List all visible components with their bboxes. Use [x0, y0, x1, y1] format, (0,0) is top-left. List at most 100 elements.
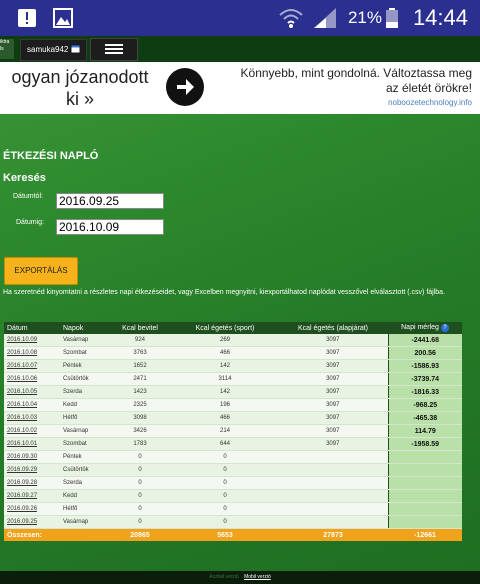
- hamburger-icon[interactable]: [90, 38, 138, 61]
- row-day: Péntek: [60, 359, 108, 373]
- table-row: 2016.10.09 Vasárnap 924 269 3097 -2441.68: [4, 334, 462, 347]
- row-base: 3097: [278, 385, 388, 399]
- row-day: Szombat: [60, 346, 108, 360]
- row-day: Hétfő: [60, 411, 108, 425]
- mobile-version-link[interactable]: Mobil verzió: [244, 574, 271, 580]
- row-date-link[interactable]: 2016.10.06: [7, 376, 37, 382]
- table-header-row: Dátum Napok Kcal bevitel Kcal égetés (sp…: [4, 322, 462, 334]
- row-balance: 200.56: [387, 346, 462, 360]
- row-date-link[interactable]: 2016.10.02: [7, 428, 37, 434]
- row-intake: 2325: [108, 398, 172, 412]
- row-balance: -968.25: [387, 398, 462, 412]
- header-intake: Kcal bevitel: [108, 322, 172, 334]
- row-day: Vasárnap: [60, 515, 108, 529]
- totals-row: Összesen: 20865 5653 27873 -12661: [4, 528, 462, 541]
- to-date-label: Dátumig:: [16, 219, 45, 226]
- row-date-link[interactable]: 2016.10.07: [7, 363, 37, 369]
- row-sport: 0: [172, 450, 278, 464]
- row-base: 3097: [278, 372, 388, 386]
- ad-right-text: Könnyebb, mint gondolná. Változtassa meg…: [212, 66, 472, 96]
- row-sport: 0: [172, 502, 278, 516]
- from-date-input[interactable]: [56, 193, 164, 209]
- row-date-cell: 2016.10.01: [4, 437, 60, 451]
- row-day: Szerda: [60, 476, 108, 490]
- row-balance: [387, 489, 462, 503]
- table-row: 2016.10.01 Szombat 1783 644 3097 -1958.59: [4, 437, 462, 451]
- row-intake: 2471: [108, 372, 172, 386]
- row-base: 3097: [278, 334, 388, 347]
- export-info-text: Ha szeretnéd kinyomtatni a részletes nap…: [3, 289, 446, 296]
- row-date-link[interactable]: 2016.09.26: [7, 506, 37, 512]
- row-sport: 214: [172, 424, 278, 438]
- row-date-link[interactable]: 2016.10.03: [7, 415, 37, 421]
- row-date-link[interactable]: 2016.09.30: [7, 454, 37, 460]
- ad-left-line2: ki »: [65, 89, 94, 109]
- user-menu[interactable]: samuka942: [20, 39, 87, 61]
- row-sport: 466: [172, 346, 278, 360]
- row-date-cell: 2016.10.09: [4, 334, 60, 347]
- row-sport: 0: [172, 515, 278, 529]
- page-title: ÉTKEZÉSI NAPLÓ: [3, 150, 99, 162]
- row-balance: -1586.93: [387, 359, 462, 373]
- row-sport: 0: [172, 463, 278, 477]
- row-intake: 0: [108, 450, 172, 464]
- export-button[interactable]: EXPORTÁLÁS: [4, 257, 78, 285]
- row-date-link[interactable]: 2016.10.01: [7, 441, 37, 447]
- row-day: Csütörtök: [60, 372, 108, 386]
- battery-icon: [386, 8, 398, 28]
- table-row: 2016.09.26 Hétfő 0 0: [4, 502, 462, 516]
- row-sport: 644: [172, 437, 278, 451]
- row-date-link[interactable]: 2016.10.09: [7, 337, 37, 343]
- row-day: Vasárnap: [60, 334, 108, 347]
- table-row: 2016.09.30 Péntek 0 0: [4, 450, 462, 464]
- table-row: 2016.10.08 Szombat 3763 466 3097 200.56: [4, 346, 462, 360]
- row-intake: 0: [108, 502, 172, 516]
- nav-cut-item[interactable]: iktra ls: [0, 39, 14, 59]
- row-intake: 3426: [108, 424, 172, 438]
- row-sport: 0: [172, 476, 278, 490]
- table-row: 2016.10.04 Kedd 2325 196 3097 -968.25: [4, 398, 462, 412]
- row-intake: 0: [108, 515, 172, 529]
- row-intake: 0: [108, 463, 172, 477]
- row-balance: -3739.74: [387, 372, 462, 386]
- row-date-link[interactable]: 2016.09.29: [7, 467, 37, 473]
- username: samuka942: [27, 45, 69, 54]
- row-base: 3097: [278, 359, 388, 373]
- row-date-link[interactable]: 2016.09.27: [7, 493, 37, 499]
- row-balance: [387, 515, 462, 529]
- arrow-right-icon[interactable]: [166, 68, 204, 106]
- help-icon[interactable]: ?: [440, 324, 449, 332]
- desktop-version-link[interactable]: Asztali verzió: [209, 574, 238, 580]
- row-date-link[interactable]: 2016.10.04: [7, 402, 37, 408]
- ad-url[interactable]: noboozetechnology.info: [388, 98, 472, 107]
- table-row: 2016.10.02 Vasárnap 3426 214 3097 114.79: [4, 424, 462, 438]
- ad-right-line1: Könnyebb, mint gondolná. Változtassa meg: [240, 66, 472, 80]
- row-base: 3097: [278, 398, 388, 412]
- header-balance: Napi mérleg?: [388, 322, 462, 334]
- row-sport: 3114: [172, 372, 278, 386]
- to-date-input[interactable]: [56, 219, 164, 235]
- ad-left-line1: ogyan józanodott: [11, 67, 149, 87]
- row-day: Hétfő: [60, 502, 108, 516]
- row-date-cell: 2016.10.08: [4, 346, 60, 360]
- row-sport: 142: [172, 385, 278, 399]
- search-title: Keresés: [3, 172, 46, 184]
- from-date-label: Dátumtól:: [13, 193, 43, 200]
- row-day: Péntek: [60, 450, 108, 464]
- diary-table: Dátum Napok Kcal bevitel Kcal égetés (sp…: [4, 322, 462, 541]
- row-base: 3097: [278, 346, 388, 360]
- notification-icon: [18, 9, 36, 27]
- row-date-link[interactable]: 2016.10.08: [7, 350, 37, 356]
- row-intake: 0: [108, 489, 172, 503]
- ad-banner[interactable]: ogyan józanodott ki » Könnyebb, mint gon…: [0, 62, 480, 114]
- totals-balance: -12661: [388, 528, 462, 541]
- top-navigation: iktra ls samuka942: [0, 36, 480, 62]
- row-date-link[interactable]: 2016.09.25: [7, 519, 37, 525]
- header-base: Kcal égetés (alapjárat): [278, 322, 388, 334]
- ad-right-line2: az életét örökre!: [385, 81, 472, 95]
- row-date-link[interactable]: 2016.10.05: [7, 389, 37, 395]
- row-sport: 0: [172, 489, 278, 503]
- row-date-cell: 2016.10.07: [4, 359, 60, 373]
- row-intake: 0: [108, 476, 172, 490]
- row-date-link[interactable]: 2016.09.28: [7, 480, 37, 486]
